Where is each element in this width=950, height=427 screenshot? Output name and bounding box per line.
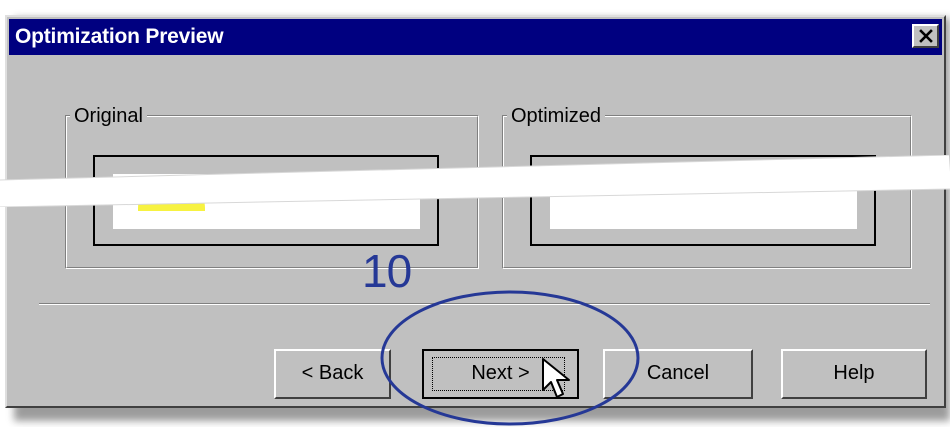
dialog-title: Optimization Preview	[15, 25, 224, 48]
close-icon	[919, 29, 933, 43]
title-bar[interactable]: Optimization Preview	[9, 19, 942, 55]
original-preview-group: Original	[65, 103, 479, 269]
optimized-preview-image-area	[550, 174, 857, 229]
help-button[interactable]: Help	[781, 349, 927, 399]
close-button[interactable]	[912, 24, 939, 48]
step-number-annotation: 10	[362, 245, 412, 297]
arrow-cursor-icon	[542, 358, 570, 398]
tutorial-screenshot: Optimization Preview Original Optimized …	[0, 0, 950, 427]
original-group-label: Original	[70, 103, 147, 129]
optimized-preview-group: Optimized	[502, 103, 912, 269]
optimization-preview-dialog: Optimization Preview Original Optimized …	[5, 15, 946, 408]
cancel-button[interactable]: Cancel	[603, 349, 753, 399]
optimized-preview-frame	[530, 155, 876, 246]
button-separator	[39, 303, 930, 305]
optimized-group-label: Optimized	[507, 103, 606, 129]
original-preview-frame	[93, 155, 439, 246]
back-button[interactable]: < Back	[274, 349, 391, 399]
